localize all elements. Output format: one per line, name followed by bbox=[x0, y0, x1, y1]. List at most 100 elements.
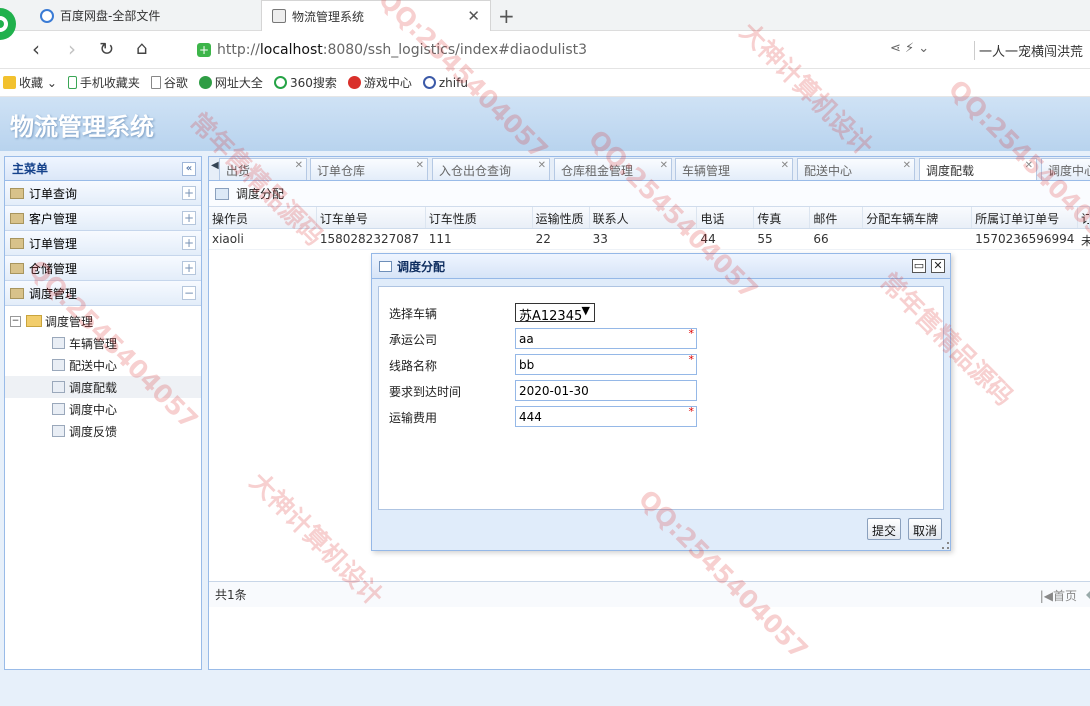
forward-icon[interactable]: › bbox=[68, 37, 76, 61]
submit-button[interactable]: 提交 bbox=[866, 518, 901, 540]
bookmark-mobile[interactable]: 手机收藏夹 bbox=[67, 74, 140, 91]
field-label-cost: 运输费用 bbox=[389, 411, 438, 425]
cost-input[interactable]: 444 * bbox=[515, 405, 697, 427]
column-header[interactable]: 电话 bbox=[697, 207, 755, 228]
menu-order[interactable]: 订单管理 + bbox=[5, 231, 201, 256]
app-header: 物流管理系统 bbox=[0, 97, 1090, 151]
back-icon[interactable]: ‹ bbox=[32, 37, 40, 61]
url-field[interactable]: + http://localhost:8080/ssh_logistics/in… bbox=[185, 38, 885, 62]
tree-toggle-icon[interactable]: − bbox=[10, 315, 21, 327]
sidebar: 主菜单 « 订单查询 + 客户管理 + 订单管理 + 仓储管理 + 调度管理 − − 调度… bbox=[4, 156, 202, 670]
bookmark-games[interactable]: 游戏中心 bbox=[347, 74, 412, 91]
close-icon[interactable]: ✕ bbox=[416, 160, 424, 171]
file-icon bbox=[52, 403, 65, 415]
tree-item-center[interactable]: 调度中心 bbox=[5, 398, 201, 420]
home-icon[interactable]: ⌂ bbox=[136, 38, 147, 59]
column-header[interactable]: 运输性质 bbox=[533, 207, 590, 228]
expand-icon[interactable]: + bbox=[182, 236, 196, 250]
required-mark: * bbox=[688, 405, 695, 418]
table-cell: 111 bbox=[428, 232, 452, 246]
tab-order-warehouse[interactable]: 订单仓库 ✕ bbox=[310, 158, 428, 180]
route-input[interactable]: bb * bbox=[515, 353, 697, 375]
bookmark-360[interactable]: 360搜索 bbox=[273, 74, 337, 91]
zhifu-icon bbox=[422, 76, 436, 89]
url-host: localhost bbox=[259, 42, 323, 58]
vehicle-select[interactable]: 苏A12345 ▼ bbox=[515, 303, 595, 324]
table-cell: 55 bbox=[757, 232, 773, 246]
column-header[interactable]: 订车性质 bbox=[426, 207, 533, 228]
resize-handle[interactable] bbox=[942, 542, 949, 549]
tab-warehouse-rent[interactable]: 仓库租金管理 ✕ bbox=[554, 158, 672, 180]
collapse-icon[interactable]: − bbox=[182, 286, 196, 300]
app-title: 物流管理系统 bbox=[10, 113, 154, 141]
column-header[interactable]: 分配车辆车牌 bbox=[863, 207, 973, 228]
new-tab-icon[interactable]: + bbox=[498, 4, 515, 28]
bookmark-sites[interactable]: 网址大全 bbox=[198, 74, 263, 91]
dialog-title: 调度分配 bbox=[397, 259, 446, 274]
carrier-input[interactable]: aa * bbox=[515, 327, 697, 349]
column-header[interactable]: 邮件 bbox=[810, 207, 864, 228]
table-cell: 22 bbox=[535, 232, 551, 246]
menu-customer[interactable]: 客户管理 + bbox=[5, 206, 201, 231]
arrival-time-input[interactable]: 2020-01-30 bbox=[515, 380, 697, 401]
column-header[interactable]: 操作员 bbox=[209, 207, 317, 228]
bookmark-google[interactable]: 谷歌 bbox=[150, 74, 188, 91]
close-icon[interactable]: ✕ bbox=[1025, 160, 1033, 171]
menu-folder-icon bbox=[10, 262, 24, 274]
expand-icon[interactable]: + bbox=[182, 261, 196, 275]
close-icon[interactable]: ✕ bbox=[903, 160, 911, 171]
table-cell: 未 bbox=[1081, 234, 1090, 248]
tree-item-loading[interactable]: 调度配载 bbox=[5, 376, 201, 398]
tab-dispatch-loading[interactable]: 调度配载 ✕ bbox=[919, 158, 1037, 180]
column-header[interactable]: 订车单号 bbox=[317, 207, 426, 228]
expand-icon[interactable]: + bbox=[182, 211, 196, 225]
column-header[interactable]: 联系人 bbox=[590, 207, 698, 228]
table-row[interactable]: xiaoli 1580282327087 111 22 33 44 55 66 … bbox=[209, 229, 1090, 250]
menu-folder-icon bbox=[10, 187, 24, 199]
menu-warehouse[interactable]: 仓储管理 + bbox=[5, 256, 201, 281]
dispatch-dialog: 调度分配 ▭ ✕ 选择车辆 苏A12345 ▼ 承运公司 aa * 线路名称 bb *… bbox=[371, 253, 951, 551]
folder-open-icon bbox=[26, 315, 42, 327]
close-icon[interactable]: ✕ bbox=[781, 160, 789, 171]
bookmark-zhifu[interactable]: zhifu bbox=[422, 76, 468, 90]
browser-tab-baidu[interactable]: 百度网盘-全部文件 bbox=[30, 0, 258, 31]
bookmark-favorites[interactable]: 收藏 ⌄ bbox=[3, 74, 57, 91]
table-cell: 44 bbox=[700, 232, 716, 246]
tab-inout-query[interactable]: 入仓出仓查询 ✕ bbox=[432, 158, 550, 180]
tab-distribution[interactable]: 配送中心 ✕ bbox=[797, 158, 915, 180]
close-tab-icon[interactable]: ✕ bbox=[467, 7, 480, 25]
tab-vehicles[interactable]: 车辆管理 ✕ bbox=[675, 158, 793, 180]
menu-dispatch[interactable]: 调度管理 − bbox=[5, 281, 201, 306]
column-header[interactable]: 订 bbox=[1078, 207, 1090, 228]
table-cell: 33 bbox=[592, 232, 608, 246]
close-icon[interactable]: ✕ bbox=[660, 160, 668, 171]
tree-item-feedback[interactable]: 调度反馈 bbox=[5, 420, 201, 442]
maximize-icon[interactable]: ▭ bbox=[912, 259, 926, 273]
first-page-button[interactable]: |◀首页 bbox=[1040, 587, 1090, 604]
close-icon[interactable]: ✕ bbox=[295, 160, 303, 171]
table-cell: 66 bbox=[813, 232, 829, 246]
expand-icon[interactable]: + bbox=[182, 186, 196, 200]
reload-icon[interactable]: ↻ bbox=[99, 39, 114, 60]
collapse-sidebar-icon[interactable]: « bbox=[182, 161, 196, 176]
browser-tab-logistics[interactable]: 物流管理系统 ✕ bbox=[261, 0, 491, 31]
tree-item-distribution[interactable]: 配送中心 bbox=[5, 354, 201, 376]
bookmarks-bar: 收藏 ⌄ 手机收藏夹 谷歌 网址大全 360搜索 游戏中心 zhifu bbox=[0, 69, 1090, 97]
close-dialog-icon[interactable]: ✕ bbox=[931, 259, 945, 273]
news-ticker[interactable]: 一人一宠横闯洪荒 bbox=[974, 41, 1083, 60]
phone-icon bbox=[67, 76, 77, 89]
tab-shipment[interactable]: 出货 ✕ bbox=[219, 158, 307, 180]
sidebar-title: 主菜单 bbox=[12, 162, 49, 176]
tab-scroll-left-icon[interactable]: ◀ bbox=[211, 160, 219, 171]
tab-dispatch-center[interactable]: 调度中心 bbox=[1041, 158, 1090, 180]
tree-item-vehicles[interactable]: 车辆管理 bbox=[5, 332, 201, 354]
close-icon[interactable]: ✕ bbox=[538, 160, 546, 171]
column-header[interactable]: 传真 bbox=[754, 207, 811, 228]
menu-folder-icon bbox=[10, 212, 24, 224]
share-icon[interactable]: ⋖ ⚡ ⌄ bbox=[890, 41, 929, 56]
tree-root-dispatch[interactable]: − 调度管理 bbox=[5, 310, 201, 332]
column-header[interactable]: 所属订单订单号 bbox=[972, 207, 1078, 228]
sidebar-header: 主菜单 « bbox=[5, 157, 201, 181]
menu-order-query[interactable]: 订单查询 + bbox=[5, 181, 201, 206]
cancel-button[interactable]: 取消 bbox=[907, 518, 942, 540]
